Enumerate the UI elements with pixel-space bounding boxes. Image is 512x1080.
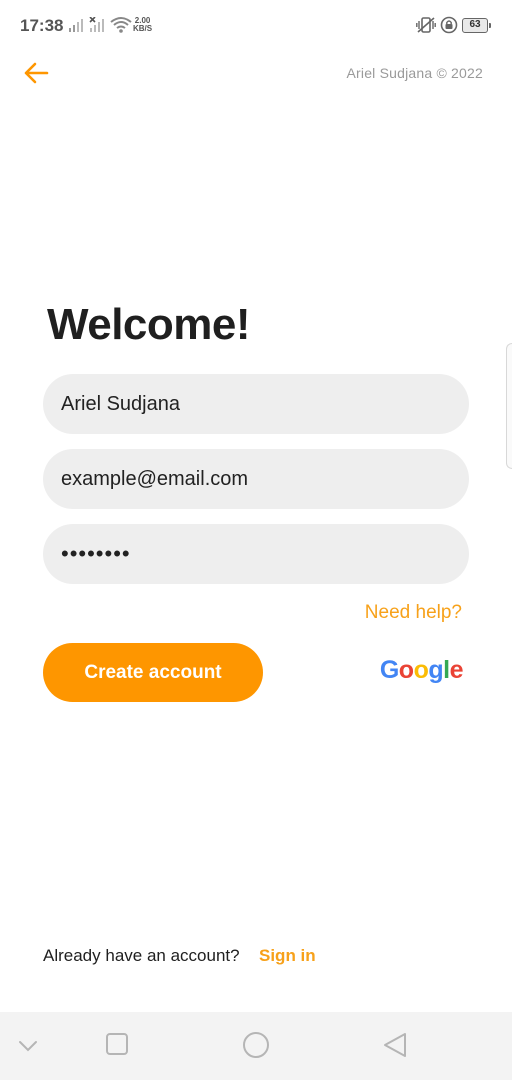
system-nav-bar (0, 1012, 512, 1080)
google-logo: G (379, 656, 399, 684)
need-help-link[interactable]: Need help? (365, 602, 462, 624)
chevron-down-icon[interactable] (18, 1040, 38, 1052)
already-have-account-text: Already have an account? (43, 946, 240, 965)
page-title: Welcome! (47, 300, 251, 349)
back-button[interactable] (20, 58, 52, 88)
email-field[interactable]: example@email.com (43, 449, 469, 509)
google-logo-o2: o (413, 656, 429, 684)
vibrate-icon (416, 17, 436, 33)
signal-no-service-icon (89, 17, 104, 32)
google-signin-button[interactable]: Google (379, 656, 464, 685)
edge-panel-handle[interactable] (506, 343, 512, 469)
arrow-left-icon (24, 62, 49, 84)
network-speed-unit: KB/S (133, 24, 153, 33)
create-account-button[interactable]: Create account (43, 643, 263, 702)
name-field[interactable]: Ariel Sudjana (43, 374, 469, 434)
home-icon[interactable] (242, 1031, 270, 1059)
status-time: 17:38 (20, 16, 64, 35)
network-speed: 2.00 KB/S (133, 17, 152, 33)
recent-apps-icon[interactable] (105, 1032, 129, 1056)
signal-strength-icon (69, 19, 83, 32)
rotation-lock-icon (440, 16, 458, 34)
password-field[interactable]: •••••••• (43, 524, 469, 584)
battery-icon: 63 (462, 18, 491, 33)
back-triangle-icon[interactable] (382, 1032, 408, 1058)
status-bar: 17:38 2.00 KB/S 63 (0, 0, 512, 52)
copyright-text: Ariel Sudjana © 2022 (346, 65, 483, 81)
google-logo-g: g (428, 656, 444, 684)
wifi-icon (110, 17, 132, 33)
sign-in-link[interactable]: Sign in (259, 946, 316, 966)
google-logo-o1: o (398, 656, 414, 684)
google-logo-e: e (449, 656, 464, 684)
